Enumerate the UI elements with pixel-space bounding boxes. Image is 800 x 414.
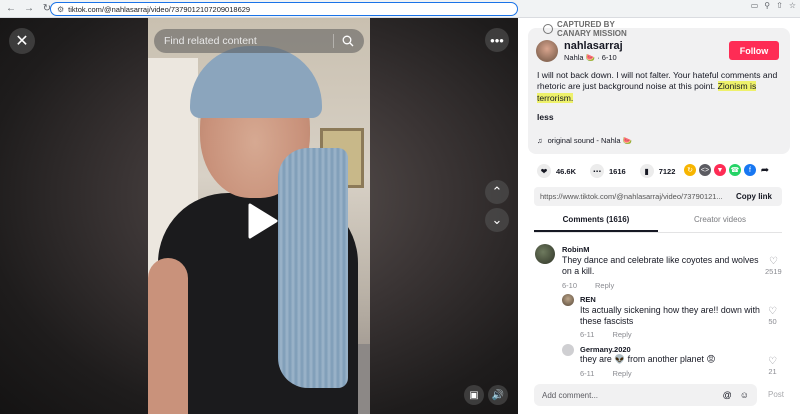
heart-outline-icon[interactable]: ♡: [768, 306, 777, 317]
browser-toolbar: ← → ↻ ⚙ tiktok.com/@nahlasarraj/video/73…: [0, 0, 800, 18]
music-note-icon: ♫: [537, 136, 543, 145]
site-info-icon[interactable]: ⚙: [57, 5, 64, 14]
share-page-icon[interactable]: ⇧: [776, 1, 783, 10]
less-toggle[interactable]: less: [537, 112, 554, 122]
repost-icon[interactable]: ↻: [684, 164, 696, 176]
follow-button[interactable]: Follow: [729, 41, 779, 60]
emoji-icon[interactable]: ☺: [740, 390, 749, 400]
author-avatar[interactable]: [536, 40, 558, 62]
comment-meta: 6-10 Reply: [562, 281, 614, 290]
reply-button[interactable]: Reply: [595, 281, 614, 290]
embed-icon[interactable]: <>: [699, 164, 711, 176]
comment-icon[interactable]: ⋯: [590, 164, 605, 178]
zoom-icon[interactable]: ⚲: [764, 1, 770, 10]
heart-outline-icon[interactable]: ♡: [769, 256, 778, 267]
engagement-stats: ❤ 46.6K ⋯ 1616 ▮ 7122: [537, 164, 689, 178]
video-caption: I will not back down. I will not falter.…: [537, 70, 778, 103]
forward-icon[interactable]: →: [22, 2, 36, 16]
comment-author[interactable]: Germany.2020: [580, 345, 631, 354]
volume-icon[interactable]: 🔊: [488, 385, 508, 405]
comment-input[interactable]: [542, 390, 715, 400]
comment-text: they are 👽 from another planet 😡: [580, 354, 716, 364]
comment-meta: 6-11 Reply: [580, 330, 632, 339]
play-icon[interactable]: [246, 203, 278, 239]
url-text: tiktok.com/@nahlasarraj/video/7379012107…: [68, 4, 251, 14]
reply-button[interactable]: Reply: [612, 330, 631, 339]
address-bar[interactable]: ⚙ tiktok.com/@nahlasarraj/video/73790121…: [50, 2, 518, 16]
comment-stat[interactable]: ⋯ 1616: [590, 164, 626, 178]
previous-video-icon[interactable]: ⌃: [485, 180, 509, 204]
more-options-icon[interactable]: •••: [485, 28, 509, 52]
bookmark-icon[interactable]: ▮: [639, 164, 654, 178]
whatsapp-icon[interactable]: ☎: [729, 164, 741, 176]
post-button[interactable]: Post: [768, 390, 784, 399]
mention-icon[interactable]: @: [723, 390, 732, 400]
heart-outline-icon[interactable]: ♡: [768, 356, 777, 367]
author-display-name: Nahla 🍉: [564, 53, 596, 62]
comment-like[interactable]: ♡ 50: [768, 306, 777, 326]
avatar[interactable]: [562, 344, 574, 356]
video-player[interactable]: ✕ ••• ⌃ ⌄ ▣ 🔊: [0, 18, 518, 414]
close-icon[interactable]: ✕: [9, 28, 35, 54]
cast-icon[interactable]: ▭: [751, 1, 759, 10]
author-subline: Nahla 🍉 · 6-10: [564, 53, 617, 62]
share-link-box: https://www.tiktok.com/@nahlasarraj/vide…: [534, 187, 782, 206]
tab-comments[interactable]: Comments (1616): [534, 213, 658, 232]
comment-like[interactable]: ♡ 2519: [765, 256, 782, 276]
comment-text: Its actually sickening how they are!! do…: [580, 305, 760, 327]
save-stat[interactable]: ▮ 7122: [639, 164, 675, 178]
copy-link-button[interactable]: Copy link: [736, 192, 782, 201]
comment-date: 6-11: [580, 330, 595, 339]
canary-logo-icon: [543, 24, 553, 34]
picture-in-picture-icon[interactable]: ▣: [464, 385, 484, 405]
share-buttons: ↻ <> ▼ ☎ f ➦: [684, 164, 771, 176]
tab-bar: Comments (1616) Creator videos: [534, 213, 782, 233]
post-date: 6-10: [601, 53, 617, 62]
share-arrow-icon[interactable]: ➦: [759, 164, 771, 176]
comment-text: They dance and celebrate like coyotes an…: [562, 255, 759, 277]
related-search-input[interactable]: [164, 35, 325, 47]
search-icon[interactable]: [342, 35, 354, 47]
comment-meta: 6-11 Reply: [580, 369, 632, 378]
avatar[interactable]: [535, 244, 555, 264]
heart-icon[interactable]: ❤: [537, 164, 551, 178]
facebook-icon[interactable]: f: [744, 164, 756, 176]
avatar[interactable]: [562, 294, 574, 306]
bookmark-star-icon[interactable]: ☆: [789, 1, 796, 10]
watermark: CAPTURED BY CANARY MISSION: [543, 20, 627, 38]
comment-date: 6-10: [562, 281, 578, 290]
next-video-icon[interactable]: ⌄: [485, 208, 509, 232]
like-stat[interactable]: ❤ 46.6K: [537, 164, 576, 178]
reply-button[interactable]: Reply: [612, 369, 631, 378]
send-to-friends-icon[interactable]: ▼: [714, 164, 726, 176]
back-icon[interactable]: ←: [4, 2, 18, 16]
add-comment-box[interactable]: @ ☺: [534, 384, 757, 406]
comment-like[interactable]: ♡ 21: [768, 356, 777, 376]
comment-date: 6-11: [580, 369, 595, 378]
comment-author[interactable]: RobinM: [562, 245, 590, 254]
tab-creator-videos[interactable]: Creator videos: [658, 213, 782, 232]
share-link-url: https://www.tiktok.com/@nahlasarraj/vide…: [540, 192, 723, 201]
sound-link[interactable]: ♫ original sound - Nahla 🍉: [537, 136, 632, 145]
related-search-bar[interactable]: [154, 29, 364, 53]
author-username[interactable]: nahlasarraj: [564, 40, 623, 52]
headscarf: [190, 46, 322, 118]
comment-author[interactable]: REN: [580, 295, 596, 304]
